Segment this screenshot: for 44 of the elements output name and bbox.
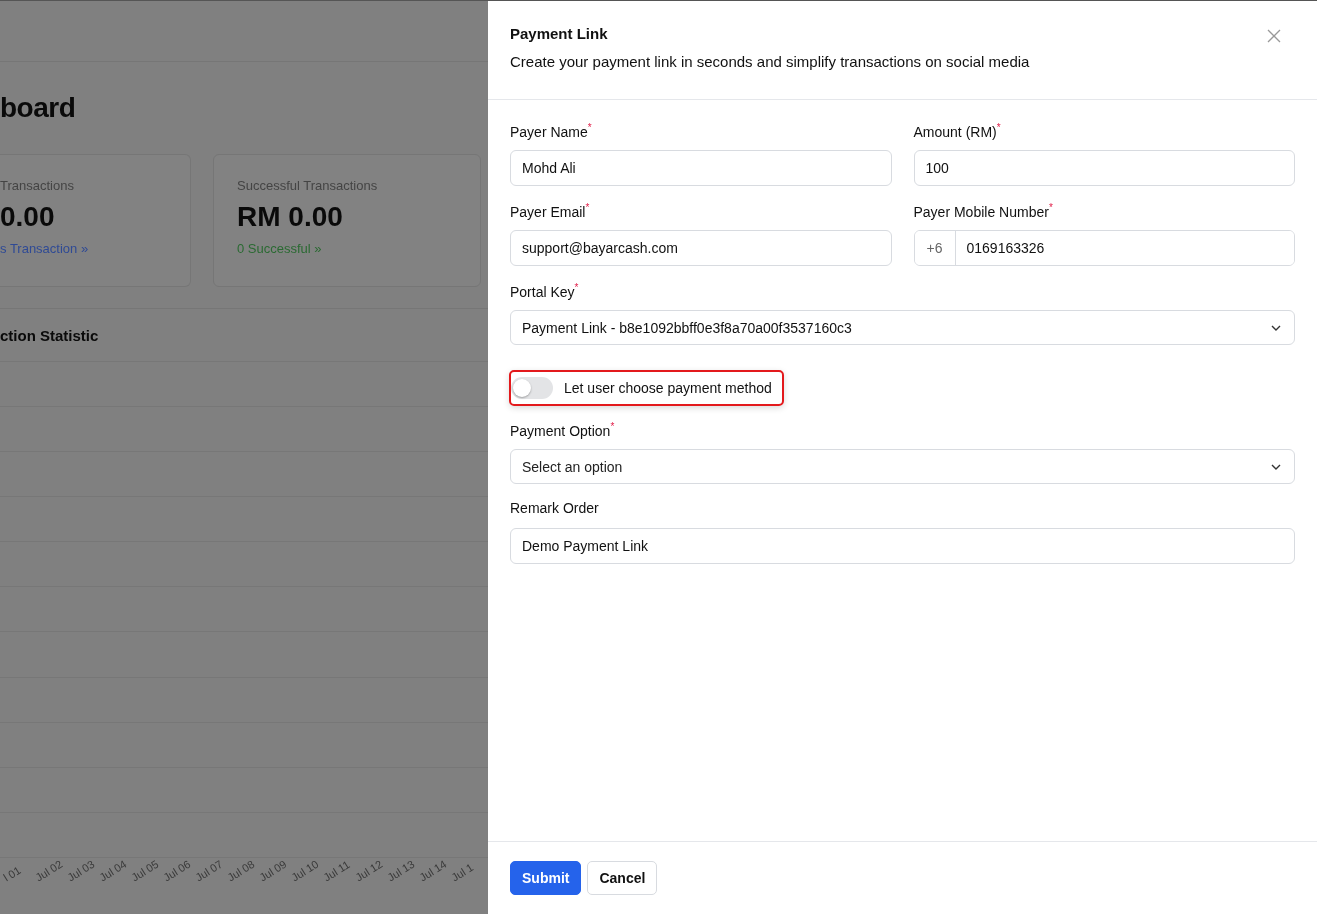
cancel-button[interactable]: Cancel (587, 861, 658, 895)
toggle-label: Let user choose payment method (564, 380, 772, 396)
axis-label: l 01 (1, 863, 24, 884)
input-field[interactable]: support@bayarcash.com (510, 230, 892, 266)
axis-label: Jul 06 (161, 856, 194, 884)
dialog-title: Payment Link (510, 25, 609, 42)
toggle-switch[interactable] (511, 377, 553, 399)
axis-label: Jul 09 (257, 856, 290, 884)
select-field[interactable]: Select an option (510, 449, 1295, 484)
input-field[interactable]: Mohd Ali (510, 150, 892, 186)
field-label: Payment Option$^{*}$ (510, 421, 616, 441)
axis-label: Jul 03 (65, 856, 98, 884)
field-label: Remark Order (510, 500, 600, 518)
field-label: Portal Key$^{*}$ (510, 282, 580, 302)
stat-value: 0.00 (0, 201, 56, 233)
stat-label: Transactions (0, 178, 75, 193)
close-icon[interactable] (1267, 29, 1281, 43)
axis-label: Jul 02 (33, 856, 66, 884)
submit-button[interactable]: Submit (510, 861, 582, 895)
field-label: Payer Email$^{*}$ (510, 202, 591, 222)
input-field[interactable]: 100 (913, 150, 1295, 186)
page-title: board (0, 92, 77, 125)
chevron-down-icon (1271, 324, 1281, 331)
input-field[interactable]: Demo Payment Link (510, 528, 1295, 564)
field-label: Amount (RM)$^{*}$ (913, 122, 1002, 142)
axis-label: Jul 13 (385, 856, 418, 884)
phone-field[interactable]: +6 0169163326 (913, 230, 1295, 266)
axis-label: Jul 05 (129, 856, 162, 884)
axis-label: Jul 07 (193, 856, 226, 884)
chart-title: ction Statistic (0, 325, 100, 346)
axis-label: Jul 1 (449, 860, 477, 884)
stat-value: RM 0.00 (237, 201, 344, 233)
axis-label: Jul 08 (225, 856, 258, 884)
field-label: Payer Mobile Number$^{*}$ (913, 202, 1054, 222)
axis-label: Jul 11 (321, 857, 353, 884)
axis-label: Jul 12 (353, 856, 386, 884)
select-field[interactable]: Payment Link - b8e1092bbff0e3f8a70a00f3537160c3 (510, 310, 1295, 345)
axis-label: Jul 14 (417, 856, 450, 884)
field-label: Payer Name$^{*}$ (510, 122, 593, 142)
chevron-down-icon (1271, 463, 1281, 470)
axis-label: Jul 10 (289, 856, 322, 884)
dialog-subtitle: Create your payment link in seconds and simplify transactions on social media (510, 53, 1030, 70)
axis-label: Jul 04 (97, 856, 130, 884)
stat-label: Successful Transactions (237, 178, 379, 193)
